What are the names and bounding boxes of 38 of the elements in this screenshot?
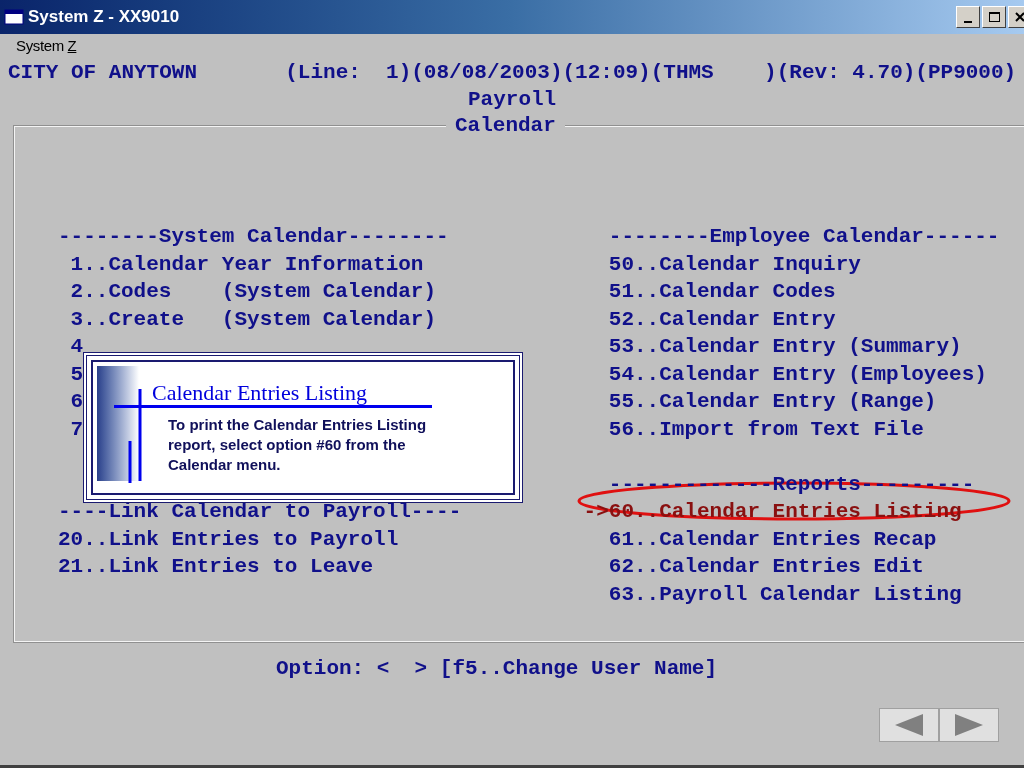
menu-line: 5 bbox=[69, 363, 84, 385]
menu-line: 4 bbox=[69, 336, 84, 357]
left-triangle-icon bbox=[895, 714, 923, 736]
menu-line: --------System Calendar-------- bbox=[58, 226, 449, 247]
menu-line: 7 bbox=[69, 418, 84, 440]
menu-line: 3..Create (System Calendar) bbox=[69, 308, 437, 330]
menu-line: 20..Link Entries to Payroll bbox=[58, 528, 399, 550]
menu-line[interactable]: 52..Calendar Entry bbox=[583, 308, 836, 330]
menu-item[interactable]: System Z bbox=[16, 34, 77, 58]
option-prompt: Option: < > [f5..Change User Name] bbox=[276, 658, 718, 679]
window-title: System Z - XX9010 bbox=[28, 6, 180, 29]
menu-line[interactable]: 54..Calendar Entry (Employees) bbox=[583, 363, 987, 385]
menu-line[interactable]: 50..Calendar Inquiry bbox=[583, 253, 861, 275]
menu-line[interactable]: 61..Calendar Entries Recap bbox=[583, 528, 937, 550]
callout-text: To print the Calendar Entries Listing report, select option #60 from the Calendar menu. bbox=[168, 415, 428, 475]
menu-line: 2..Codes (System Calendar) bbox=[69, 281, 437, 302]
maximize-button[interactable] bbox=[982, 6, 1006, 28]
callout-title: Calendar Entries Listing bbox=[152, 382, 368, 404]
right-triangle-icon bbox=[955, 714, 983, 736]
previous-button[interactable] bbox=[879, 708, 939, 742]
menu-line: 21..Link Entries to Leave bbox=[58, 556, 374, 577]
menu-line[interactable]: 55..Calendar Entry (Range) bbox=[583, 391, 937, 412]
menu-line[interactable]: 51..Calendar Codes bbox=[583, 281, 836, 302]
menu-line[interactable]: --------Employee Calendar------ bbox=[583, 226, 1000, 247]
screen-subtitle: Payroll bbox=[468, 89, 557, 110]
menu-line: ----Link Calendar to Payroll---- bbox=[58, 501, 462, 522]
header-line: CITY OF ANYTOWN (Line: 1)(08/08/2003)(12:09)(THMS )(Rev: 4.70)(PP9000) bbox=[8, 62, 1017, 83]
menu-line[interactable]: 63..Payroll Calendar Listing bbox=[583, 583, 962, 605]
close-icon bbox=[1015, 12, 1024, 22]
menu-line[interactable]: 53..Calendar Entry (Summary) bbox=[583, 336, 962, 357]
window-icon bbox=[4, 9, 24, 25]
next-button[interactable] bbox=[939, 708, 999, 742]
menu-line: 1..Calendar Year Information bbox=[69, 253, 424, 275]
menu-line: 6 bbox=[69, 391, 84, 412]
minimize-button[interactable] bbox=[956, 6, 980, 28]
menu-line[interactable]: 62..Calendar Entries Edit bbox=[583, 556, 924, 577]
menu-line[interactable]: 56..Import from Text File bbox=[583, 418, 924, 440]
vertical-lines-icon bbox=[128, 389, 142, 483]
